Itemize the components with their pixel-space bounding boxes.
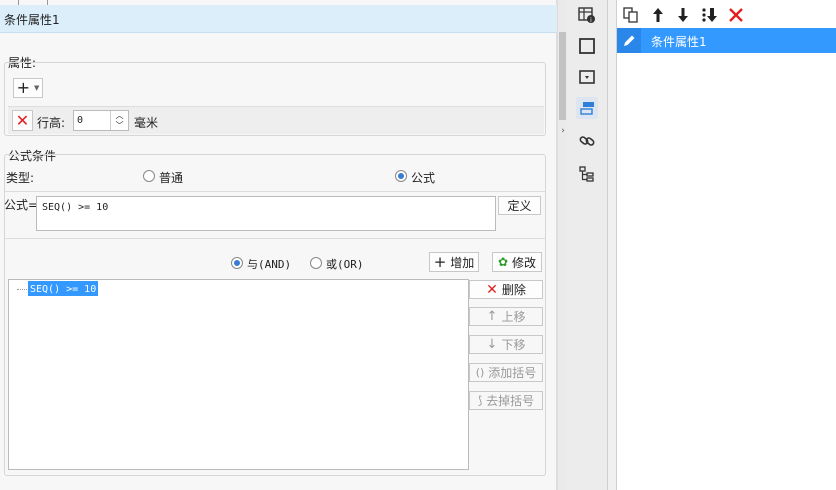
modify-condition-button[interactable]: ✿ 修改 xyxy=(492,252,542,272)
cell-properties-icon[interactable]: i xyxy=(576,4,598,26)
red-x-icon: ✕ xyxy=(15,111,30,130)
move-up-button[interactable]: ↑ 上移 xyxy=(469,307,543,326)
right-panel xyxy=(616,0,836,490)
logic-and-radio[interactable] xyxy=(231,257,243,269)
move-down-arrow-icon[interactable] xyxy=(673,5,693,25)
delete-condition-label: 删除 xyxy=(501,283,526,297)
condition-list[interactable]: SEQ() >= 10 xyxy=(8,279,469,470)
type-normal-radio[interactable] xyxy=(143,170,155,182)
add-condition-button[interactable]: + 增加 xyxy=(429,252,479,272)
modify-gear-icon: ✿ xyxy=(497,255,509,269)
condition-attribute-icon[interactable] xyxy=(576,97,598,119)
formula-input-text: SEQ() >= 10 xyxy=(42,202,109,213)
remove-bracket-label: 去掉括号 xyxy=(486,394,535,408)
remove-bracket-icon: ⟆ xyxy=(477,394,483,407)
sort-down-icon[interactable] xyxy=(699,5,719,25)
logic-or-label: 或(OR) xyxy=(326,258,364,271)
copy-icon[interactable] xyxy=(621,5,641,25)
plus-icon: + xyxy=(16,78,30,97)
type-label: 类型: xyxy=(6,171,35,185)
logic-or-radio[interactable] xyxy=(310,257,322,269)
unit-label: 毫米 xyxy=(134,116,159,130)
type-formula-label: 公式 xyxy=(411,171,436,185)
square-frame-icon[interactable] xyxy=(576,35,598,57)
type-divider xyxy=(5,191,545,192)
right-list-item[interactable]: 条件属性1 xyxy=(617,28,836,53)
formula-input[interactable]: SEQ() >= 10 xyxy=(36,196,496,231)
row-height-value: 0 xyxy=(77,115,84,126)
condition-item-text: SEQ() >= 10 xyxy=(30,284,97,295)
define-button-label: 定义 xyxy=(507,199,532,213)
formula-label: 公式= xyxy=(4,198,39,212)
arrow-up-icon: ↑ xyxy=(486,309,498,324)
top-edge-mark xyxy=(18,0,48,5)
add-condition-label: 增加 xyxy=(450,255,475,270)
hyperlink-icon[interactable] xyxy=(576,130,598,152)
define-button[interactable]: 定义 xyxy=(498,196,541,215)
title-bar: 条件属性1 xyxy=(0,5,557,33)
modify-condition-label: 修改 xyxy=(512,255,537,270)
row-height-stepper[interactable]: 0 ︿ ﹀ xyxy=(73,110,129,131)
add-bracket-button[interactable]: () 添加括号 xyxy=(469,363,543,382)
logic-and-label: 与(AND) xyxy=(247,258,292,271)
move-up-label: 上移 xyxy=(501,310,526,324)
vertical-scrollbar[interactable]: › xyxy=(557,0,567,490)
remove-bracket-button[interactable]: ⟆ 去掉括号 xyxy=(469,391,543,410)
add-bracket-label: 添加括号 xyxy=(488,366,537,380)
type-normal-label: 普通 xyxy=(159,171,184,185)
bracket-icon: () xyxy=(475,366,485,379)
delete-condition-button[interactable]: ✕ 删除 xyxy=(469,280,543,299)
tree-structure-icon[interactable] xyxy=(576,163,598,185)
dropdown-arrow-icon: ▼ xyxy=(34,84,40,92)
widget-box-icon[interactable] xyxy=(576,66,598,88)
condition-tree-line xyxy=(17,289,27,290)
delete-red-x-icon[interactable] xyxy=(726,5,746,25)
row-height-label: 行高: xyxy=(37,116,66,130)
add-property-button[interactable]: + ▼ xyxy=(13,78,43,98)
scrollbar-thumb[interactable] xyxy=(559,32,566,120)
move-down-label: 下移 xyxy=(501,338,526,352)
condition-item[interactable]: SEQ() >= 10 xyxy=(28,281,99,296)
editor-panel: 条件属性1 属性: + ▼ ✕ 行高: 0 ︿ ﹀ 毫米 公式条件 类型: 普通… xyxy=(0,0,557,490)
plus-icon: + xyxy=(433,253,447,271)
formula-divider xyxy=(5,238,545,239)
type-formula-radio[interactable] xyxy=(395,170,407,182)
right-list-item-label: 条件属性1 xyxy=(651,35,707,49)
move-up-arrow-icon[interactable] xyxy=(648,5,668,25)
arrow-down-icon: ↓ xyxy=(486,337,498,352)
move-down-button[interactable]: ↓ 下移 xyxy=(469,335,543,354)
pencil-icon xyxy=(617,28,641,53)
page-title: 条件属性1 xyxy=(4,13,60,27)
red-x-icon: ✕ xyxy=(486,281,498,298)
stepper-up-icon[interactable]: ︿ xyxy=(110,111,128,121)
delete-property-button[interactable]: ✕ xyxy=(12,110,33,131)
stepper-down-icon[interactable]: ﹀ xyxy=(110,121,128,130)
